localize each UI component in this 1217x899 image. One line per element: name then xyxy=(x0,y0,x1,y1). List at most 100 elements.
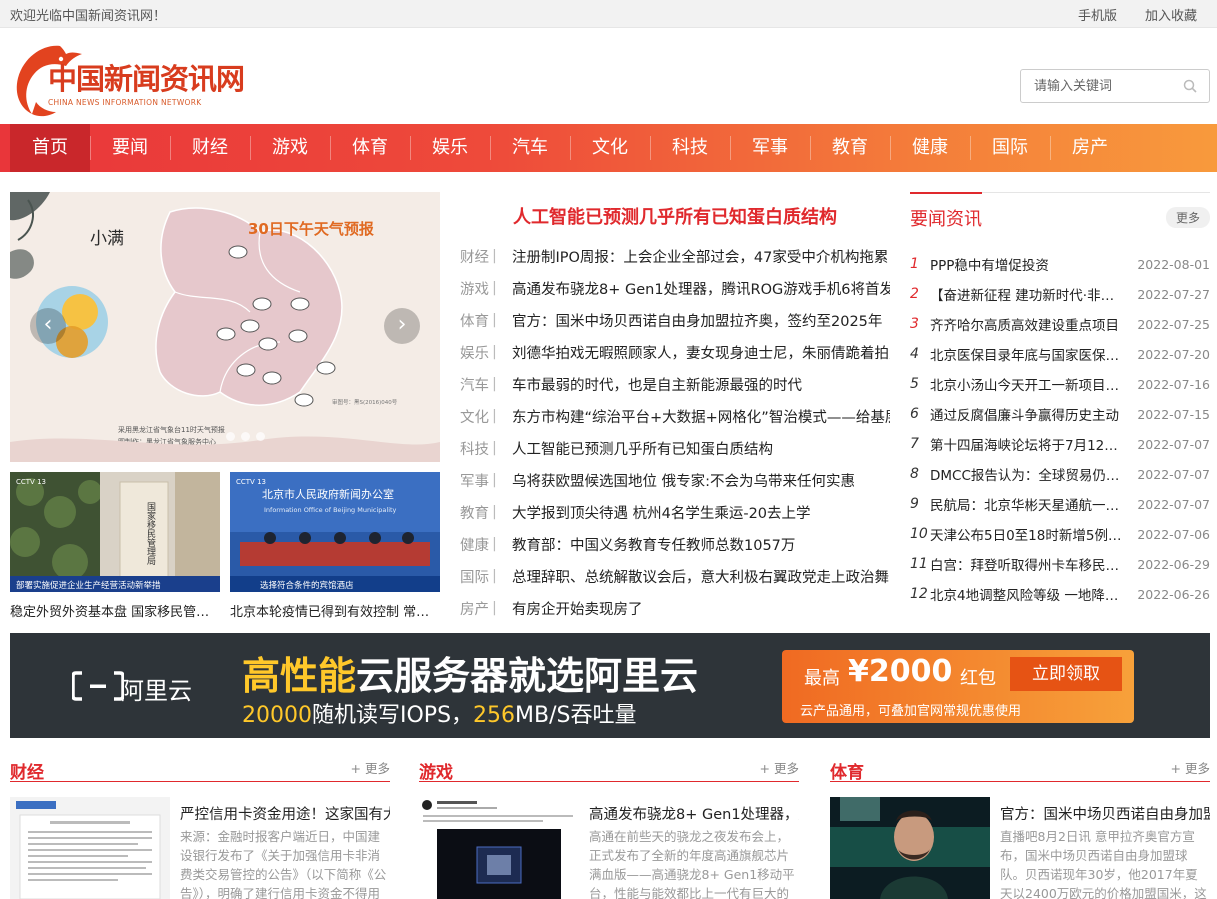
ad-promo-prefix: 最高 xyxy=(804,668,840,689)
nav-item[interactable]: 首页 xyxy=(10,124,90,172)
separator: | xyxy=(492,472,497,488)
sidebar-more-button[interactable]: 更多 xyxy=(1165,207,1210,228)
news-row: 国际 | 总理辞职、总统解散议会后，意大利极右翼政党走上政治舞台 xyxy=(460,560,890,592)
add-favorite-link[interactable]: 加入收藏 xyxy=(1145,5,1197,24)
news-title-link[interactable]: 总理辞职、总统解散议会后，意大利极右翼政党走上政治舞台 xyxy=(512,566,890,587)
news-title-link[interactable]: 刘德华拍戏无暇照顾家人，妻女现身迪士尼，朱丽倩跪着拍照 xyxy=(512,342,890,363)
rank-number: 9 xyxy=(910,496,919,512)
section-image[interactable] xyxy=(10,797,170,899)
news-title-link[interactable]: 大学报到顶尖待遇 杭州4名学生乘运-20去上学 xyxy=(512,502,890,523)
sidebar-news-link[interactable]: 通过反腐倡廉斗争赢得历史主动 xyxy=(930,404,1126,424)
news-category[interactable]: 军事 xyxy=(460,470,492,491)
news-category[interactable]: 财经 xyxy=(460,246,492,267)
nav-separator xyxy=(170,136,171,160)
rank-number: 12 xyxy=(910,586,928,602)
news-title-link[interactable]: 有房企开始卖现房了 xyxy=(512,598,890,619)
slider-dot[interactable] xyxy=(256,432,265,441)
separator: | xyxy=(492,312,497,328)
news-category[interactable]: 房产 xyxy=(460,598,492,619)
nav-item[interactable]: 娱乐 xyxy=(410,124,490,172)
news-category[interactable]: 文化 xyxy=(460,406,492,427)
sidebar-news-link[interactable]: 民航局：北京华彬天星通航一事故调查 xyxy=(930,494,1126,514)
news-title-link[interactable]: 高通发布骁龙8+ Gen1处理器，腾讯ROG游戏手机6将首发 xyxy=(512,278,890,299)
section-title[interactable]: 游戏 xyxy=(419,758,453,783)
nav-item[interactable]: 要闻 xyxy=(90,124,170,172)
section-article-title[interactable]: 高通发布骁龙8+ Gen1处理器，腾讯ROG xyxy=(589,803,799,824)
slider-dot[interactable] xyxy=(226,432,235,441)
svg-text:Information Office of Beijing: Information Office of Beijing Municipali… xyxy=(264,506,397,514)
section-image[interactable] xyxy=(830,797,990,899)
image-slider[interactable]: 30日下午天气预报 小满 采用黑龙江省气象台11时天气预报 图制作：黑龙江省气象… xyxy=(10,192,440,462)
sidebar-news-link[interactable]: 北京4地调整风险等级 一地降为低风险 xyxy=(930,584,1126,604)
news-category[interactable]: 教育 xyxy=(460,502,492,523)
news-row: 文化 | 东方市构建“综治平台+大数据+网格化”智治模式——给基层治理插上翅膀 xyxy=(460,400,890,432)
news-title-link[interactable]: 教育部：中国义务教育专任教师总数1057万 xyxy=(512,534,890,555)
sidebar-news-link[interactable]: 【奋进新征程 建功新时代·非凡十年】 xyxy=(930,284,1126,304)
thumb-image-immigration: 国家移民管理局 部署实施促进企业生产经营活动新举措 CCTV 13 xyxy=(10,472,220,592)
news-title-link[interactable]: 注册制IPO周报：上会企业全部过会，47家受中介机构拖累 xyxy=(512,246,890,267)
slider-dot[interactable] xyxy=(241,432,250,441)
section-image[interactable] xyxy=(419,797,579,899)
nav-item[interactable]: 房产 xyxy=(1050,124,1130,172)
nav-item[interactable]: 文化 xyxy=(570,124,650,172)
nav-item[interactable]: 教育 xyxy=(810,124,890,172)
news-title-link[interactable]: 官方：国米中场贝西诺自由身加盟拉齐奥，签约至2025年 xyxy=(512,310,890,331)
news-category[interactable]: 科技 xyxy=(460,438,492,459)
nav-item[interactable]: 游戏 xyxy=(250,124,330,172)
site-logo[interactable]: 中国新闻资讯网 CHINA NEWS INFORMATION NETWORK xyxy=(14,42,264,118)
section-more-link[interactable]: + 更多 xyxy=(351,758,390,777)
nav-item[interactable]: 汽车 xyxy=(490,124,570,172)
news-title-link[interactable]: 人工智能已预测几乎所有已知蛋白质结构 xyxy=(512,438,890,459)
thumb-news-1[interactable]: 国家移民管理局 部署实施促进企业生产经营活动新举措 CCTV 13 xyxy=(10,472,220,592)
headline-link[interactable]: 人工智能已预测几乎所有已知蛋白质结构 xyxy=(460,203,890,229)
section-title[interactable]: 体育 xyxy=(830,758,864,783)
search-input[interactable] xyxy=(1034,71,1184,101)
nav-item[interactable]: 体育 xyxy=(330,124,410,172)
nav-separator xyxy=(650,136,651,160)
sidebar-news-link[interactable]: DMCC报告认为：全球贸易仍在增长 xyxy=(930,464,1126,484)
news-category[interactable]: 娱乐 xyxy=(460,342,492,363)
sidebar-news-item: 2 【奋进新征程 建功新时代·非凡十年】 2022-07-27 xyxy=(910,279,1210,309)
sidebar-news-link[interactable]: 白宫：拜登听取得州卡车移民死亡事件汇报 xyxy=(930,554,1126,574)
sidebar-news-link[interactable]: PPP稳中有增促投资 xyxy=(930,254,1126,274)
separator: | xyxy=(492,600,497,616)
nav-item[interactable]: 健康 xyxy=(890,124,970,172)
news-category[interactable]: 国际 xyxy=(460,566,492,587)
nav-separator xyxy=(90,136,91,160)
ad-number-iops: 20000 xyxy=(242,703,312,728)
ad-claim-button[interactable]: 立即领取 xyxy=(1010,657,1122,691)
news-category[interactable]: 游戏 xyxy=(460,278,492,299)
weather-map-slide: 30日下午天气预报 小满 采用黑龙江省气象台11时天气预报 图制作：黑龙江省气象… xyxy=(10,192,440,462)
news-category[interactable]: 汽车 xyxy=(460,374,492,395)
search-icon[interactable] xyxy=(1183,79,1197,93)
ad-headline-highlight: 高性能 xyxy=(242,654,357,698)
news-title-link[interactable]: 车市最弱的时代，也是自主新能源最强的时代 xyxy=(512,374,890,395)
news-category[interactable]: 体育 xyxy=(460,310,492,331)
thumb-caption[interactable]: 北京本轮疫情已得到有效控制 常态化防控不放松 xyxy=(230,601,440,620)
section-article-title[interactable]: 严控信用卡资金用途！这家国有大行出手 xyxy=(180,803,390,824)
news-title-link[interactable]: 东方市构建“综治平台+大数据+网格化”智治模式——给基层治理插上翅膀 xyxy=(512,406,890,427)
sidebar-news-link[interactable]: 天津公布5日0至18时新增5例感染者 xyxy=(930,524,1126,544)
nav-item[interactable]: 军事 xyxy=(730,124,810,172)
aliyun-ad-banner[interactable]: 阿里云 高性能云服务器就选阿里云 20000随机读写IOPS，256MB/S吞吐… xyxy=(10,633,1210,738)
sidebar-news-link[interactable]: 北京小汤山今天开工一新项目建设 xyxy=(930,374,1126,394)
sidebar-news-link[interactable]: 齐齐哈尔高质高效建设重点项目 xyxy=(930,314,1126,334)
sidebar-news-link[interactable]: 北京医保目录年底与国家医保目录统一 xyxy=(930,344,1126,364)
section-more-link[interactable]: + 更多 xyxy=(760,758,799,777)
section-title[interactable]: 财经 xyxy=(10,758,44,783)
mobile-version-link[interactable]: 手机版 xyxy=(1078,5,1117,24)
nav-item[interactable]: 国际 xyxy=(970,124,1050,172)
thumb-news-2[interactable]: 北京市人民政府新闻办公室 Information Office of Beiji… xyxy=(230,472,440,592)
news-title-link[interactable]: 乌将获欧盟候选国地位 俄专家:不会为乌带来任何实惠 xyxy=(512,470,890,491)
slider-prev-button[interactable]: ‹ xyxy=(30,308,66,344)
slider-next-button[interactable]: › xyxy=(384,308,420,344)
rank-number: 11 xyxy=(910,556,928,572)
section-more-link[interactable]: + 更多 xyxy=(1171,758,1210,777)
thumb-caption[interactable]: 稳定外贸外资基本盘 国家移民管理局出台措施 xyxy=(10,601,220,620)
sidebar-news-link[interactable]: 第十四届海峡论坛将于7月12日举行 xyxy=(930,434,1126,454)
ad-promo-note: 云产品通用，可叠加官网常规优惠使用 xyxy=(800,704,1022,719)
nav-item[interactable]: 财经 xyxy=(170,124,250,172)
section-article-title[interactable]: 官方：国米中场贝西诺自由身加盟拉齐奥 xyxy=(1000,803,1210,824)
news-category[interactable]: 健康 xyxy=(460,534,492,555)
nav-item[interactable]: 科技 xyxy=(650,124,730,172)
